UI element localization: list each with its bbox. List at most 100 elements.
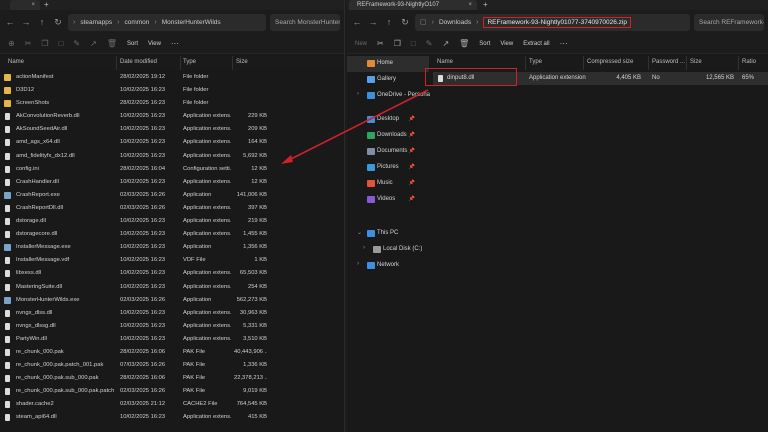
table-row[interactable]: config.ini 28/02/2025 16:04 Configuration … (0, 163, 344, 176)
breadcrumb-item[interactable]: MonsterHunterWilds (162, 19, 221, 26)
column-ratio[interactable]: Ratio (742, 59, 756, 65)
sidebar-item-documents[interactable]: Documents 📌 (347, 144, 429, 160)
table-row[interactable]: dstorage.dll 10/02/2025 16:23 Application … (0, 215, 344, 228)
table-row[interactable]: re_chunk_000.pak.patch_001.pak 07/03/2025… (0, 359, 344, 372)
paste-icon[interactable]: □ (411, 39, 416, 48)
sidebar-item-home[interactable]: Home (347, 56, 429, 72)
view-button[interactable]: View (500, 41, 513, 47)
tab-zip[interactable]: REFramework-93-NightlyO107 × (349, 0, 477, 10)
breadcrumb-item[interactable]: Downloads (439, 19, 471, 26)
pin-icon[interactable]: 📌 (409, 180, 415, 186)
breadcrumb-item-zip[interactable]: REFramework-93-Nightly01077-3740970026.z… (483, 16, 631, 28)
sort-button[interactable]: Sort (127, 41, 138, 47)
column-password[interactable]: Password ... (652, 59, 685, 65)
share-icon[interactable]: ↗ (442, 39, 449, 48)
table-row[interactable]: MonsterHunterWilds.exe 02/03/2025 16:26 Ap… (0, 294, 344, 307)
breadcrumb[interactable]: › steamapps › common › MonsterHunterWild… (68, 13, 266, 31)
rename-icon[interactable]: ✎ (73, 39, 80, 48)
refresh-icon[interactable]: ↻ (399, 15, 411, 29)
sidebar-item-downloads[interactable]: Downloads 📌 (347, 128, 429, 144)
sidebar-item-gallery[interactable]: Gallery (347, 72, 429, 88)
column-size[interactable]: Size (690, 59, 702, 65)
table-row[interactable]: AkConvolutionReverb.dll 10/02/2025 16:23 A… (0, 110, 344, 123)
copy-icon[interactable]: ❐ (41, 39, 48, 48)
column-name[interactable]: Name (437, 59, 453, 65)
pin-icon[interactable]: 📌 (409, 196, 415, 202)
pin-icon[interactable]: 📌 (409, 164, 415, 170)
column-divider[interactable] (648, 56, 649, 70)
table-row[interactable]: nvngx_dlss.dll 10/02/2025 16:23 Applicatio… (0, 307, 344, 320)
breadcrumb-item[interactable]: steamapps (80, 19, 112, 26)
table-row[interactable]: re_chunk_000.pak 28/02/2025 16:06 PAK File… (0, 346, 344, 359)
more-icon[interactable]: ⋯ (171, 39, 179, 48)
new-tab-icon[interactable]: + (44, 0, 49, 10)
sidebar-item-this-pc[interactable]: ⌄ This PC (347, 226, 429, 242)
sidebar-item-onedrive-persona[interactable]: › OneDrive - Persona (347, 88, 430, 104)
pin-icon[interactable]: 📌 (409, 116, 415, 122)
column-type[interactable]: Type (529, 59, 542, 65)
delete-icon[interactable]: 🗑 (107, 39, 117, 48)
refresh-icon[interactable]: ↻ (52, 15, 64, 29)
breadcrumb-item[interactable]: common (124, 19, 149, 26)
pin-icon[interactable]: 📌 (409, 148, 415, 154)
share-icon[interactable]: ↗ (90, 39, 97, 48)
sidebar-item-local-disk-c[interactable]: › Local Disk (C:) (347, 242, 429, 258)
sidebar-item-music[interactable]: Music 📌 (347, 176, 429, 192)
column-divider[interactable] (738, 56, 739, 70)
new-button[interactable]: New (355, 41, 367, 47)
column-name[interactable]: Name (8, 59, 24, 65)
table-row[interactable]: nvngx_dlssg.dll 10/02/2025 16:23 Applicati… (0, 320, 344, 333)
sidebar-item-network[interactable]: › Network (347, 258, 429, 274)
chevron-right-icon[interactable]: › (363, 245, 365, 251)
tab-close-icon[interactable]: × (31, 0, 35, 10)
sidebar-item-pictures[interactable]: Pictures 📌 (347, 160, 429, 176)
tab-game-folder[interactable]: × (10, 0, 40, 10)
tab-close-icon[interactable]: × (468, 0, 472, 10)
paste-icon[interactable]: □ (59, 39, 64, 48)
column-date[interactable]: Date modified (120, 59, 157, 65)
column-size[interactable]: Size (236, 59, 248, 65)
table-row[interactable]: steam_api64.dll 10/02/2025 16:23 Applicati… (0, 411, 344, 424)
table-row[interactable]: PartyWin.dll 10/02/2025 16:23 Application … (0, 333, 344, 346)
up-icon[interactable]: ↑ (36, 15, 48, 29)
back-icon[interactable]: ← (4, 15, 16, 29)
delete-icon[interactable]: 🗑 (459, 39, 469, 48)
column-divider[interactable] (232, 56, 233, 70)
table-row[interactable]: shader.cache2 02/03/2025 21:12 CACHE2 File… (0, 398, 344, 411)
table-row[interactable]: dstoragecore.dll 10/02/2025 16:23 Applicat… (0, 228, 344, 241)
more-icon[interactable]: ⋯ (560, 39, 568, 48)
table-row[interactable]: MasteringSuite.dll 10/02/2025 16:23 Applic… (0, 281, 344, 294)
pin-icon[interactable]: 📌 (409, 132, 415, 138)
column-divider[interactable] (525, 56, 526, 70)
column-divider[interactable] (583, 56, 584, 70)
extract-all-button[interactable]: Extract all (523, 41, 549, 47)
table-row[interactable]: amd_ags_x64.dll 10/02/2025 16:23 Applicati… (0, 136, 344, 149)
table-row[interactable]: CrashReport.exe 02/03/2025 16:26 Applicati… (0, 189, 344, 202)
table-row[interactable]: AkSoundSeedAir.dll 10/02/2025 16:23 Applic… (0, 123, 344, 136)
table-row[interactable]: libxess.dll 10/02/2025 16:23 Application e… (0, 267, 344, 280)
view-button[interactable]: View (148, 41, 161, 47)
column-type[interactable]: Type (183, 59, 196, 65)
column-divider[interactable] (686, 56, 687, 70)
new-tab-icon[interactable]: + (483, 0, 488, 10)
table-row[interactable]: ScreenShots 28/02/2025 16:23 File folder (0, 97, 344, 110)
new-icon[interactable]: ⊕ (8, 39, 15, 48)
rename-icon[interactable]: ✎ (426, 39, 433, 48)
column-divider[interactable] (180, 56, 181, 70)
breadcrumb[interactable]: ▢ › Downloads › REFramework-93-Nightly01… (415, 13, 690, 31)
sort-button[interactable]: Sort (479, 41, 490, 47)
table-row[interactable]: amd_fidelityfx_dx12.dll 10/02/2025 16:23 A… (0, 150, 344, 163)
table-row[interactable]: D3D12 10/02/2025 16:23 File folder (0, 84, 344, 97)
sidebar-item-videos[interactable]: Videos 📌 (347, 192, 429, 208)
table-row[interactable]: InstallerMessage.exe 10/02/2025 16:23 Appl… (0, 241, 344, 254)
cut-icon[interactable]: ✂ (25, 39, 32, 48)
table-row[interactable]: re_chunk_000.pak.sub_000.pak 28/02/2025 1… (0, 372, 344, 385)
up-icon[interactable]: ↑ (383, 15, 395, 29)
table-row[interactable]: CrashHandler.dll 10/02/2025 16:23 Applicat… (0, 176, 344, 189)
table-row[interactable]: actionManifest 28/02/2025 19:12 File folde… (0, 71, 344, 84)
chevron-right-icon[interactable]: › (357, 261, 359, 267)
chevron-right-icon[interactable]: › (357, 91, 359, 97)
back-icon[interactable]: ← (351, 15, 363, 29)
forward-icon[interactable]: → (367, 15, 379, 29)
chevron-down-icon[interactable]: ⌄ (357, 229, 362, 236)
